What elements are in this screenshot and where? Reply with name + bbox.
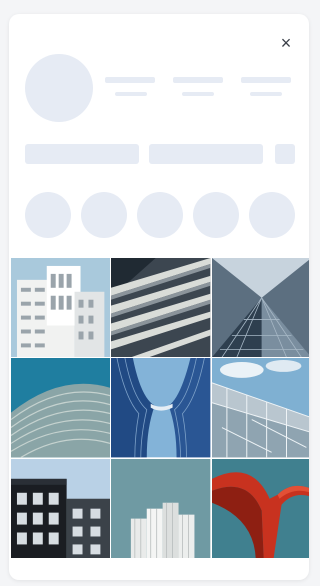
photo-tile[interactable] xyxy=(11,458,111,558)
photo-white-building xyxy=(11,258,111,358)
photo-tile[interactable] xyxy=(11,258,111,358)
stat-1-value-placeholder xyxy=(105,77,155,83)
stat-2-value-placeholder xyxy=(173,77,223,83)
photo-glass-tower-up xyxy=(211,258,309,358)
highlight-placeholder-2[interactable] xyxy=(81,192,127,238)
photo-tile[interactable] xyxy=(111,258,211,358)
highlight-placeholder-4[interactable] xyxy=(193,192,239,238)
photo-black-apartments xyxy=(11,458,111,558)
stat-3-label-placeholder xyxy=(250,92,282,96)
photo-red-sculpture xyxy=(211,458,309,558)
photo-grid xyxy=(11,258,309,558)
follow-button-placeholder[interactable] xyxy=(25,144,139,164)
message-button-placeholder[interactable] xyxy=(149,144,263,164)
photo-tile[interactable] xyxy=(211,458,309,558)
highlight-placeholder-3[interactable] xyxy=(137,192,183,238)
close-icon[interactable]: × xyxy=(275,32,297,54)
highlight-placeholder-5[interactable] xyxy=(249,192,295,238)
profile-dialog: × xyxy=(9,14,309,580)
highlight-placeholder-1[interactable] xyxy=(25,192,71,238)
photo-tile[interactable] xyxy=(211,358,309,458)
photo-teal-wave-facade xyxy=(11,358,111,458)
photo-tile[interactable] xyxy=(211,258,309,358)
photo-curved-blue-towers xyxy=(111,358,211,458)
photo-tile[interactable] xyxy=(111,458,211,558)
photo-striped-facade xyxy=(111,258,211,358)
photo-tile[interactable] xyxy=(111,358,211,458)
photo-glass-facade-sky xyxy=(211,358,309,458)
avatar-placeholder xyxy=(25,54,93,122)
more-button-placeholder[interactable] xyxy=(275,144,295,164)
stat-2-label-placeholder xyxy=(182,92,214,96)
photo-white-stepped-building xyxy=(111,458,211,558)
photo-tile[interactable] xyxy=(11,358,111,458)
stat-3-value-placeholder xyxy=(241,77,291,83)
stat-1-label-placeholder xyxy=(115,92,147,96)
